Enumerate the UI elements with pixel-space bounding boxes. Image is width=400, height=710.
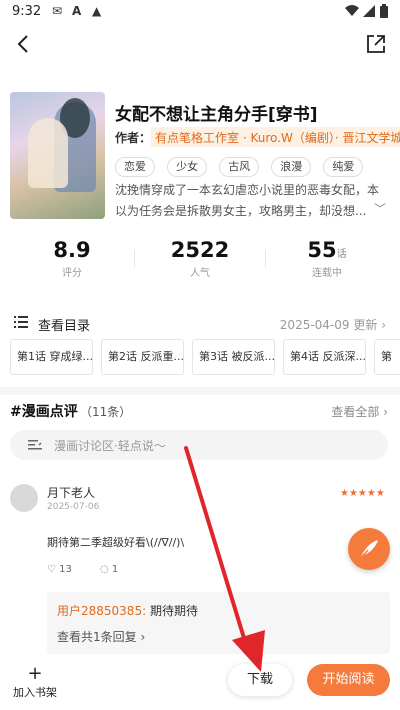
back-arrow-icon[interactable] — [12, 32, 36, 56]
avatar[interactable] — [10, 484, 38, 512]
download-button[interactable]: 下载 — [228, 664, 292, 696]
like-button[interactable]: ♡ 13 — [47, 564, 72, 575]
tag-list: 恋爱 少女 古风 浪漫 纯爱 — [115, 155, 370, 177]
reviews-title: #漫画点评 — [10, 404, 78, 420]
top-nav — [0, 28, 400, 60]
list-icon — [14, 316, 28, 328]
chapter-item[interactable]: 第3话 被反派... — [192, 339, 275, 375]
popularity-label: 人气 — [190, 268, 210, 279]
tag[interactable]: 纯爱 — [323, 157, 364, 177]
tag[interactable]: 古风 — [219, 157, 260, 177]
add-to-shelf-button[interactable]: + 加入书架 — [10, 663, 60, 700]
chevron-right-icon: › — [383, 405, 388, 419]
description-text: 沈挽情穿成了一本玄幻虐恋小说里的恶毒女配，本以为任务会是拆散男女主，攻略男主，却… — [115, 183, 380, 218]
author-label: 作者： — [115, 131, 152, 145]
write-review-button[interactable] — [348, 528, 390, 570]
chapters-unit: 话 — [336, 249, 347, 260]
review-text[interactable]: 期待第二季超级好看\(//∇//)\ — [47, 534, 184, 550]
reply-user[interactable]: 用户28850385: — [57, 604, 146, 618]
chapter-item[interactable]: 第4话 反派深... — [283, 339, 366, 375]
comment-icon: ◌ — [100, 564, 109, 575]
wifi-icon — [345, 5, 359, 16]
chapter-item[interactable]: 第 — [374, 339, 400, 375]
chapter-item[interactable]: 第2话 反派重... — [101, 339, 184, 375]
reply-line: 用户28850385: 期待期待 — [57, 602, 198, 619]
view-replies-text: 查看共1条回复 — [57, 630, 137, 644]
start-reading-button[interactable]: 开始阅读 — [307, 664, 390, 696]
discussion-placeholder: 漫画讨论区·轻点说～ — [54, 439, 166, 453]
discussion-input[interactable]: 漫画讨论区·轻点说～ — [10, 430, 388, 460]
signal-icon — [363, 5, 375, 17]
edit-lines-icon — [28, 440, 42, 450]
rating-stat: 8.9 评分 — [22, 238, 122, 279]
update-date: 2025-04-09 更新 › — [280, 316, 386, 333]
comic-cover[interactable] — [10, 92, 105, 219]
reply-text: 期待期待 — [146, 604, 198, 618]
catalog-row[interactable]: 查看目录 2025-04-09 更新 › — [0, 312, 400, 336]
like-count: 13 — [59, 564, 72, 575]
popularity-stat: 2522 人气 — [150, 238, 250, 279]
review-date: 2025-07-06 — [47, 502, 100, 512]
chapters-label: 连载中 — [312, 268, 342, 279]
share-icon[interactable] — [364, 32, 388, 56]
popularity-value: 2522 — [170, 238, 230, 262]
stats-row: 8.9 评分 2522 人气 55话 连载中 — [0, 238, 400, 288]
battery-icon — [380, 4, 388, 18]
chapter-list: 第1话 穿成绿... 第2话 反派重... 第3话 被反派... 第4话 反派深...… — [10, 339, 400, 375]
tag[interactable]: 浪漫 — [271, 157, 312, 177]
mail-icon: ✉ — [52, 4, 63, 18]
rating-value: 8.9 — [53, 238, 91, 262]
view-all-text: 查看全部 — [331, 405, 380, 419]
rating-label: 评分 — [62, 268, 82, 279]
expand-chevron-icon[interactable]: ﹀ — [374, 199, 386, 220]
add-to-shelf-label: 加入书架 — [13, 686, 57, 699]
a-icon: A — [72, 4, 82, 18]
reviews-count: （11条） — [80, 405, 132, 419]
status-time: 9:32 — [12, 4, 42, 19]
comment-button[interactable]: ◌ 1 — [100, 564, 118, 575]
author-names[interactable]: 有点笔格工作室 · Kuro.W（编剧）· 晋江文学城 — [151, 127, 400, 147]
chevron-right-icon: › — [381, 318, 386, 332]
view-replies-link[interactable]: 查看共1条回复 › — [57, 628, 145, 645]
comic-title: 女配不想让主角分手[穿书] — [115, 105, 318, 125]
chapters-value: 55 — [307, 238, 337, 262]
catalog-label: 查看目录 — [38, 319, 91, 334]
chevron-right-icon: › — [140, 630, 146, 644]
update-date-text: 2025-04-09 更新 — [279, 318, 378, 332]
plus-icon: + — [27, 663, 43, 684]
warning-icon: ▲ — [92, 4, 102, 18]
section-divider — [0, 387, 400, 395]
heart-icon: ♡ — [47, 564, 56, 575]
rating-stars: ★★★★★ — [340, 488, 385, 499]
bottom-bar: + 加入书架 下载 开始阅读 — [0, 660, 400, 710]
reply-box[interactable]: 用户28850385: 期待期待 查看共1条回复 › — [47, 592, 390, 654]
chapter-item[interactable]: 第1话 穿成绿... — [10, 339, 93, 375]
author-row: 作者： 有点笔格工作室 · Kuro.W（编剧）· 晋江文学城 — [115, 127, 400, 147]
status-bar: 9:32 ✉ A ▲ — [0, 0, 400, 24]
review-username[interactable]: 月下老人 — [47, 484, 95, 501]
comment-count: 1 — [111, 564, 119, 575]
reviews-header: #漫画点评 （11条） 查看全部 › — [0, 400, 400, 422]
feather-pen-icon — [359, 540, 378, 560]
comic-description[interactable]: 沈挽情穿成了一本玄幻虐恋小说里的恶毒女配，本以为任务会是拆散男女主，攻略男主，却… — [115, 180, 390, 222]
chapters-stat: 55话 连载中 — [277, 238, 377, 279]
tag[interactable]: 恋爱 — [115, 157, 155, 177]
tag[interactable]: 少女 — [167, 157, 208, 177]
view-all-link[interactable]: 查看全部 › — [331, 403, 388, 420]
